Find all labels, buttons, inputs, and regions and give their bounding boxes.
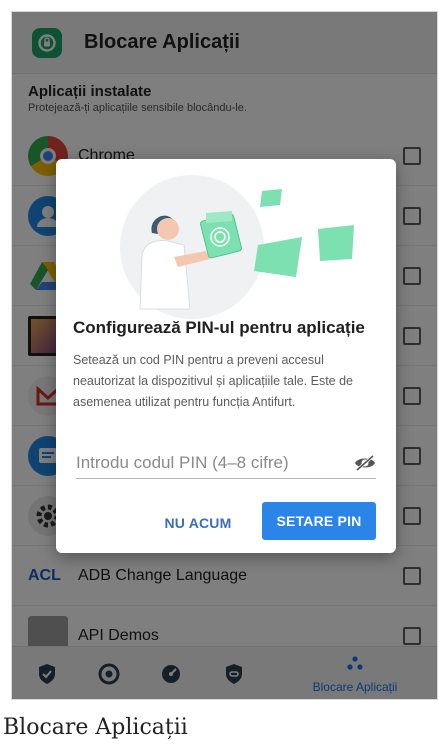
not-now-button[interactable]: NU ACUM — [148, 506, 248, 540]
pin-illustration — [120, 175, 354, 319]
dialog-title: Configurează PIN-ul pentru aplicație — [73, 318, 365, 337]
dialog-description: Setează un cod PIN pentru a preveni acce… — [73, 353, 354, 409]
pin-input[interactable] — [76, 452, 346, 473]
screen-caption: Blocare Aplicații — [3, 715, 188, 740]
pin-field — [76, 447, 376, 479]
set-pin-button[interactable]: SETARE PIN — [262, 502, 376, 540]
phone-screen: Blocare Aplicații Aplicații instalate Pr… — [11, 11, 438, 700]
visibility-off-icon[interactable] — [354, 454, 376, 472]
set-pin-dialog: Configurează PIN-ul pentru aplicație Set… — [56, 159, 396, 553]
